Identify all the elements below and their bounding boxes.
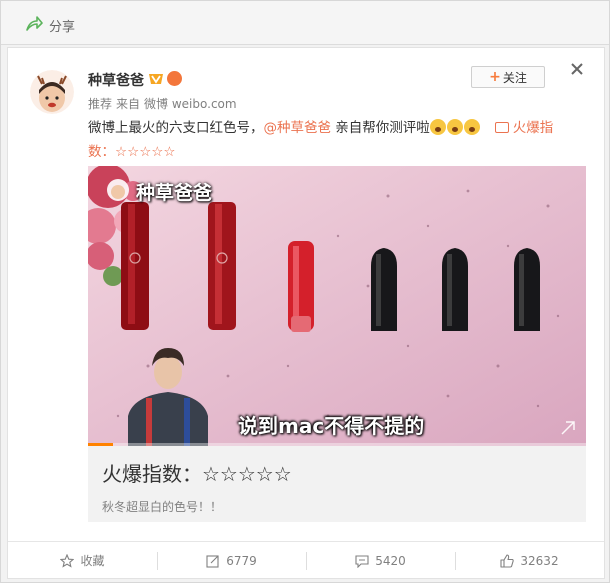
favorite-label: 收藏 [80,554,105,568]
repost-count: 6779 [226,553,257,568]
post-text-tail: 亲自帮你测评啦 [331,120,430,136]
weibo-badge-icon[interactable] [167,71,182,86]
repost-button[interactable]: 6779 [157,542,306,579]
plus-icon: + [489,69,501,85]
mention-link[interactable]: @种草爸爸 [264,120,332,136]
close-icon[interactable] [570,62,584,76]
post-text: 微博上最火的六支口红色号，@种草爸爸 亲自帮你测评啦 火爆指 数：☆☆☆☆☆ [88,116,578,164]
weibo-post-card: 种草爸爸 推荐 来自 微博 weibo.com + 关注 微博上最火的六支口红色号，… [7,47,605,579]
topbar: 分享 [1,1,609,45]
scream-emoji-icon [429,119,446,135]
video-icon [494,122,509,133]
topbar-title: 分享 [49,20,76,35]
video-card-desc: 秋冬超显白的色号！！ [102,500,223,514]
comment-button[interactable]: 5420 [306,542,455,579]
video-frame [88,166,586,446]
video-link[interactable]: 火爆指 [494,120,553,136]
favorite-button[interactable]: 收藏 [8,542,157,579]
repost-icon [206,554,219,568]
video-card-title: 火爆指数：☆☆☆☆☆ [102,462,292,486]
like-button[interactable]: 32632 [455,542,604,579]
post-text-main: 微博上最火的六支口红色号， [88,120,264,136]
comment-count: 5420 [375,553,406,568]
scream-emoji-icon [463,119,480,135]
post-source[interactable]: 微博 weibo.com [144,97,237,111]
action-bar: 收藏 6779 5420 32632 [8,541,604,579]
recommend-tag: 推荐 [88,97,113,111]
video-subtitle: 说到mac不得不提的 [238,414,425,438]
comment-icon [355,554,369,568]
video-card-info[interactable]: 火爆指数：☆☆☆☆☆ 秋冬超显白的色号！！ [88,446,586,522]
author-name[interactable]: 种草爸爸 [88,70,144,90]
thumbs-up-icon [500,553,515,568]
rating-line[interactable]: 数：☆☆☆☆☆ [88,144,176,160]
vip-badge-icon[interactable] [148,72,164,86]
avatar[interactable] [30,70,74,114]
share-icon [26,16,43,31]
video-player[interactable]: 种草爸爸 说到mac不得不提的 [88,166,586,446]
follow-label: 关注 [502,70,527,85]
scream-emoji-icon [446,119,463,135]
follow-button[interactable]: + 关注 [471,66,545,88]
like-count: 32632 [520,553,559,568]
source-prefix: 来自 [116,97,141,111]
video-watermark: 种草爸爸 [136,182,213,204]
share-window: 分享 种草爸爸 推荐 来自 微博 weibo.com + 关注 微博上最火的六支… [0,0,610,583]
star-icon [60,553,75,568]
post-meta: 推荐 来自 微博 weibo.com [88,95,241,112]
